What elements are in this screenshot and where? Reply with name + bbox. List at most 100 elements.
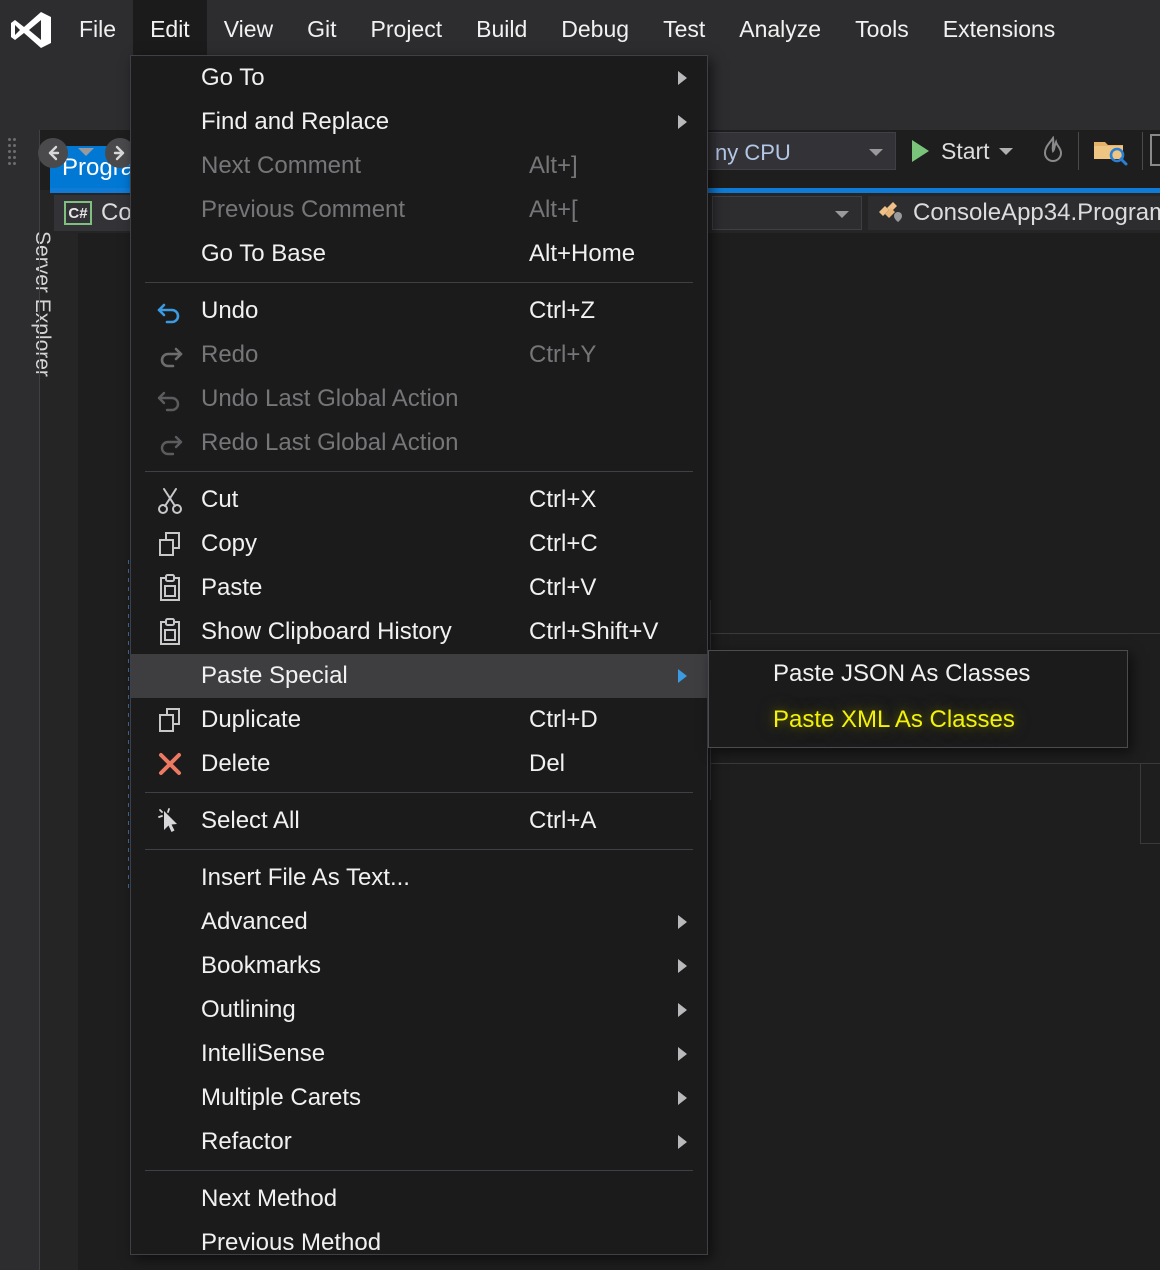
menu-item-label: Copy <box>201 530 258 557</box>
menu-item-delete[interactable]: Delete Del <box>131 742 707 786</box>
menu-item-insert-file-as-text[interactable]: Insert File As Text... <box>131 856 707 900</box>
menu-item-select-all[interactable]: Select All Ctrl+A <box>131 799 707 843</box>
menu-extensions[interactable]: Extensions <box>926 0 1073 58</box>
submenu-arrow-icon <box>678 1003 687 1017</box>
breadcrumb-middle-dropdown[interactable] <box>712 196 862 230</box>
submenu-item-paste-xml-as-classes[interactable]: Paste XML As Classes <box>709 697 1127 743</box>
menu-separator <box>145 282 693 283</box>
menu-item-previous-method[interactable]: Previous Method <box>131 1221 707 1265</box>
menu-titles: File Edit View Git Project Build Debug T… <box>62 0 1072 58</box>
sidebar-item-server-explorer[interactable]: Server Explorer <box>26 214 54 394</box>
menu-edit[interactable]: Edit <box>133 0 207 58</box>
submenu-arrow-icon <box>678 71 687 85</box>
menu-separator <box>145 471 693 472</box>
menu-build[interactable]: Build <box>459 0 544 58</box>
duplicate-icon <box>159 708 180 732</box>
menu-item-multiple-carets[interactable]: Multiple Carets <box>131 1076 707 1120</box>
toolbar-grip-handle[interactable] <box>8 136 18 170</box>
submenu-arrow-icon <box>678 915 687 929</box>
menu-item-label: Show Clipboard History <box>201 618 452 645</box>
menu-item-duplicate[interactable]: Duplicate Ctrl+D <box>131 698 707 742</box>
menu-git[interactable]: Git <box>290 0 353 58</box>
navigate-backward-button[interactable] <box>38 138 68 168</box>
menu-item-label: Redo Last Global Action <box>201 429 459 456</box>
menu-item-label: Redo <box>201 341 259 368</box>
submenu-item-paste-json-as-classes[interactable]: Paste JSON As Classes <box>709 651 1127 697</box>
menu-item-go-to-base[interactable]: Go To Base Alt+Home <box>131 232 707 276</box>
menu-view[interactable]: View <box>207 0 290 58</box>
breadcrumb-type-dropdown[interactable]: ConsoleApp34.Program <box>868 196 1160 230</box>
delete-x-icon <box>159 753 181 775</box>
menu-item-shortcut: Ctrl+Y <box>529 341 597 368</box>
select-all-cursor-icon <box>147 799 193 843</box>
indent-guide <box>128 560 129 890</box>
start-debug-button[interactable]: Start <box>912 134 1013 168</box>
undo-icon <box>157 303 180 324</box>
menu-item-label: Outlining <box>201 996 296 1023</box>
clipboard-icon <box>147 610 193 654</box>
editor-vline-2 <box>1140 763 1141 843</box>
menu-item-go-to[interactable]: Go To <box>131 56 707 100</box>
chevron-down-icon <box>835 211 849 218</box>
hot-reload-flame-icon[interactable] <box>1040 135 1066 166</box>
redo-icon <box>147 333 193 377</box>
menu-item-copy[interactable]: Copy Ctrl+C <box>131 522 707 566</box>
undo-icon <box>147 289 193 333</box>
edit-dropdown-menu[interactable]: Go To Find and Replace Next Comment Alt+] Pr… <box>130 55 708 1256</box>
menu-separator <box>145 1170 693 1171</box>
menu-item-label: Refactor <box>201 1128 292 1155</box>
duplicate-icon <box>147 698 193 742</box>
menu-item-undo-last-global-action: Undo Last Global Action <box>131 377 707 421</box>
left-tool-window-strip[interactable]: Server Explorer <box>0 130 54 1270</box>
solution-platform-dropdown[interactable]: ny CPU <box>706 132 896 170</box>
menu-analyze[interactable]: Analyze <box>722 0 838 58</box>
menu-item-advanced[interactable]: Advanced <box>131 900 707 944</box>
chevron-down-icon[interactable] <box>998 147 1013 155</box>
delete-x-icon <box>147 742 193 786</box>
menu-separator <box>145 849 693 850</box>
redo-icon <box>160 347 183 368</box>
menu-item-label: Undo Last Global Action <box>201 385 459 412</box>
menu-debug[interactable]: Debug <box>544 0 646 58</box>
menu-item-shortcut: Ctrl+V <box>529 574 597 601</box>
menu-item-label: Find and Replace <box>201 108 390 135</box>
undo-global-icon <box>147 377 193 421</box>
navigate-backward-dropdown-icon[interactable] <box>78 148 94 156</box>
menu-item-label: Paste <box>201 574 263 601</box>
menu-test[interactable]: Test <box>646 0 722 58</box>
folder-search-icon[interactable] <box>1092 136 1130 166</box>
menu-project[interactable]: Project <box>354 0 460 58</box>
copy-icon <box>147 522 193 566</box>
menu-file[interactable]: File <box>62 0 133 58</box>
menu-item-find-and-replace[interactable]: Find and Replace <box>131 100 707 144</box>
menu-item-paste-special[interactable]: Paste Special <box>131 654 707 698</box>
menu-item-undo[interactable]: Undo Ctrl+Z <box>131 289 707 333</box>
copy-icon <box>159 532 180 556</box>
menu-item-next-method[interactable]: Next Method <box>131 1177 707 1221</box>
menu-item-shortcut: Ctrl+A <box>529 807 597 834</box>
submenu-item-label: Paste XML As Classes <box>773 706 1015 733</box>
paste-special-submenu[interactable]: Paste JSON As Classes Paste XML As Classe… <box>708 650 1128 748</box>
submenu-item-label: Paste JSON As Classes <box>773 660 1031 687</box>
menu-tools[interactable]: Tools <box>838 0 926 58</box>
toolbar-overflow-edge[interactable] <box>1150 134 1160 166</box>
select-all-cursor-icon <box>158 808 177 832</box>
strip-divider <box>39 130 40 1270</box>
menu-item-bookmarks[interactable]: Bookmarks <box>131 944 707 988</box>
menu-item-cut[interactable]: Cut Ctrl+X <box>131 478 707 522</box>
menu-item-show-clipboard-history[interactable]: Show Clipboard History Ctrl+Shift+V <box>131 610 707 654</box>
menu-item-label: Advanced <box>201 908 308 935</box>
editor-hline-2 <box>710 763 1160 764</box>
menu-item-outlining[interactable]: Outlining <box>131 988 707 1032</box>
menu-item-label: Next Comment <box>201 152 362 179</box>
clipboard-icon <box>160 618 180 645</box>
menu-item-shortcut: Alt+[ <box>529 196 578 223</box>
menu-item-refactor[interactable]: Refactor <box>131 1120 707 1164</box>
menu-item-shortcut: Ctrl+X <box>529 486 597 513</box>
menu-item-label: Select All <box>201 807 300 834</box>
chevron-down-icon <box>869 149 883 156</box>
menu-item-shortcut: Ctrl+Z <box>529 297 595 324</box>
menu-item-intellisense[interactable]: IntelliSense <box>131 1032 707 1076</box>
breadcrumb-type-label: ConsoleApp34.Program <box>913 199 1160 226</box>
menu-item-paste[interactable]: Paste Ctrl+V <box>131 566 707 610</box>
